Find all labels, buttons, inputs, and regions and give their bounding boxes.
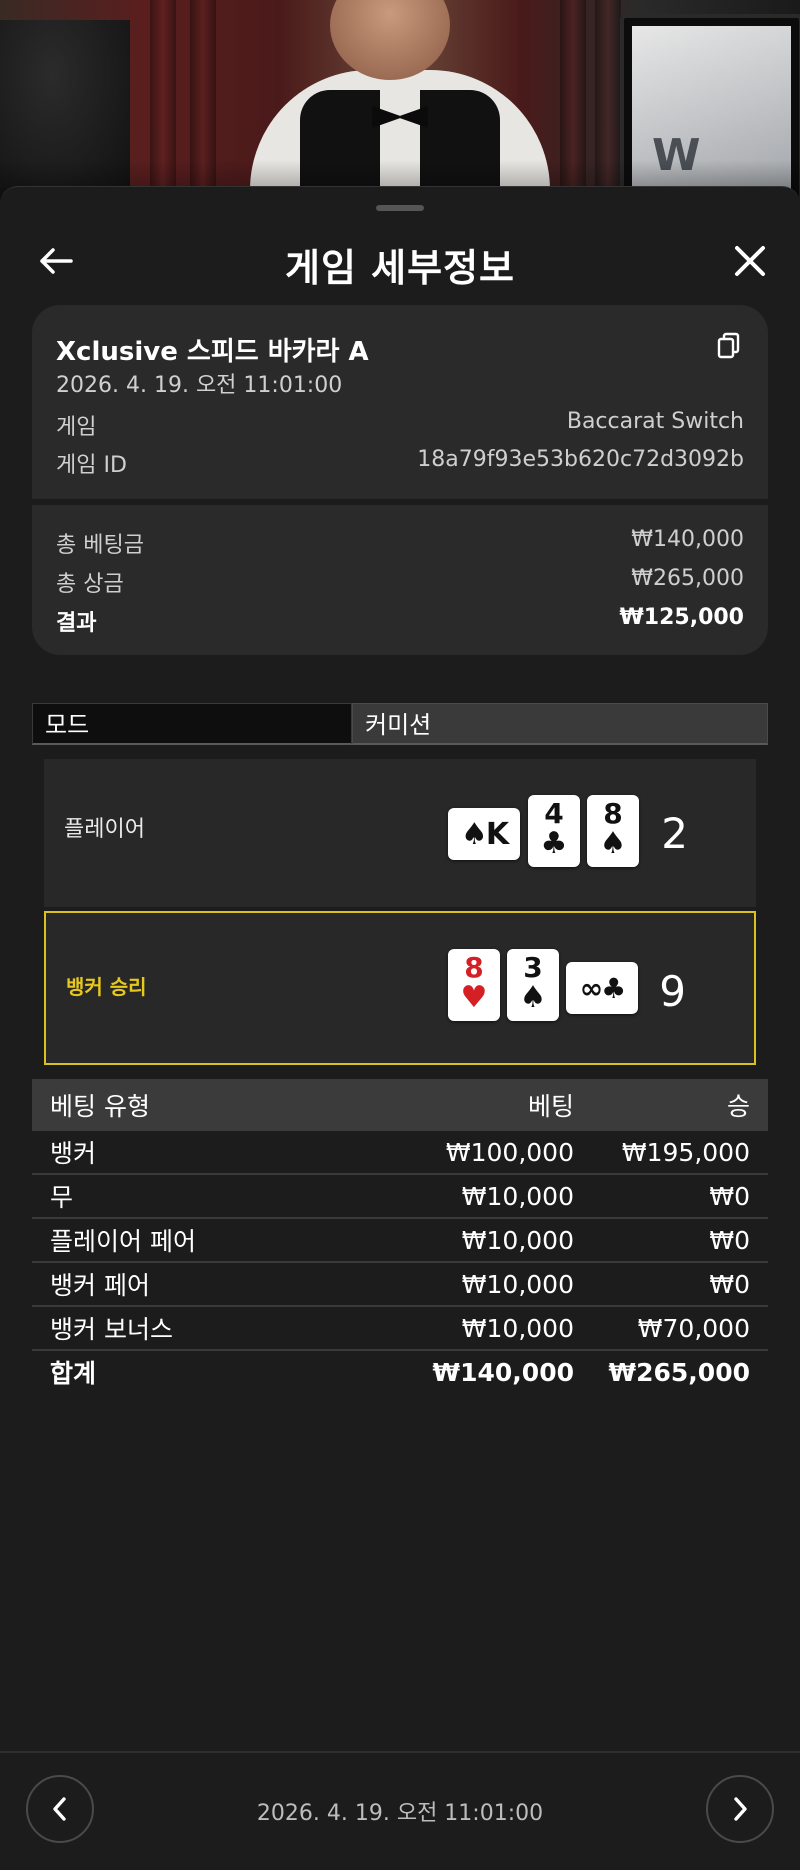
game-id-label: 게임 ID (56, 453, 127, 478)
playing-card: ∞ ♣ (566, 962, 638, 1014)
next-game-button[interactable] (706, 1775, 774, 1843)
win-amount-cell: ₩0 (582, 1262, 768, 1307)
tab-commission[interactable]: 커미션 (352, 703, 768, 745)
result-label: 결과 (56, 611, 97, 636)
table-row: 뱅커 보너스 ₩10,000 ₩70,000 (32, 1306, 768, 1351)
game-details-sheet: 게임 세부정보 Xclusive 스피드 바카라 A 2026. 4. 19. … (0, 186, 800, 1868)
bet-type-cell: 뱅커 (32, 1131, 366, 1175)
footer-navigation: 2026. 4. 19. 오전 11:01:00 (0, 1751, 800, 1870)
total-bet-value: ₩140,000 (631, 527, 744, 552)
playing-card: 4 ♣ (528, 795, 580, 867)
win-amount-cell: ₩0 (582, 1218, 768, 1263)
game-label: 게임 (56, 415, 97, 440)
bet-type-cell: 플레이어 페어 (32, 1218, 366, 1263)
bet-amount-cell: ₩10,000 (366, 1306, 582, 1351)
game-name: Xclusive 스피드 바카라 A (56, 337, 369, 367)
table-total-row: 합계 ₩140,000 ₩265,000 (32, 1350, 768, 1393)
sheet-grabber[interactable] (376, 205, 424, 211)
player-score: 2 (661, 809, 688, 858)
banker-hand: 뱅커 승리 8 ♥ 3 ♠ ∞ ♣ 9 (44, 911, 756, 1065)
chevron-right-icon (734, 1797, 747, 1821)
column-header-win: 승 (582, 1079, 768, 1131)
live-video-background: W (0, 0, 800, 200)
total-bet-label: 총 베팅금 (56, 533, 144, 558)
bet-amount-cell: ₩10,000 (366, 1218, 582, 1263)
total-win-row: 총 상금 ₩265,000 (56, 566, 744, 598)
close-button[interactable] (724, 235, 776, 287)
playing-card: 8 ♥ (448, 949, 500, 1021)
win-amount-cell: ₩195,000 (582, 1131, 768, 1175)
bet-type-cell: 뱅커 페어 (32, 1262, 366, 1307)
close-icon (735, 246, 765, 276)
result-value: ₩125,000 (619, 605, 744, 630)
tab-mode[interactable]: 모드 (32, 703, 352, 745)
playing-card: 8 ♠ (587, 795, 639, 867)
player-hand: 플레이어 ♠ K 4 ♣ 8 ♠ 2 (44, 759, 756, 907)
game-value: Baccarat Switch (566, 409, 744, 434)
table-row: 뱅커 페어 ₩10,000 ₩0 (32, 1262, 768, 1307)
bets-header-row: 베팅 유형 베팅 승 (32, 1079, 768, 1131)
player-hand-label: 플레이어 (64, 817, 145, 842)
total-win-value: ₩265,000 (631, 566, 744, 591)
total-win-label: 총 상금 (56, 572, 124, 597)
bet-amount-cell: ₩10,000 (366, 1174, 582, 1219)
header-bar: 게임 세부정보 (0, 223, 800, 299)
copy-button[interactable] (714, 331, 744, 361)
page-title: 게임 세부정보 (285, 246, 515, 290)
bet-amount-cell: ₩100,000 (366, 1131, 582, 1175)
copy-icon (717, 332, 740, 359)
bet-type-cell: 무 (32, 1174, 366, 1219)
mode-tabs: 모드 커미션 (32, 703, 768, 747)
bet-amount-cell: ₩10,000 (366, 1262, 582, 1307)
bets-table: 베팅 유형 베팅 승 뱅커 ₩100,000 ₩195,000 무 ₩10,00… (32, 1079, 768, 1393)
table-row: 뱅커 ₩100,000 ₩195,000 (32, 1131, 768, 1175)
game-row: 게임 Baccarat Switch (56, 409, 744, 441)
banker-hand-label: 뱅커 승리 (66, 975, 147, 999)
footer-date: 2026. 4. 19. 오전 11:01:00 (256, 1801, 544, 1826)
win-amount-cell: ₩70,000 (582, 1306, 768, 1351)
result-row: 결과 ₩125,000 (56, 605, 744, 637)
game-id-value: 18a79f93e53b620c72d3092b (417, 447, 744, 472)
table-row: 무 ₩10,000 ₩0 (32, 1174, 768, 1219)
table-row: 플레이어 페어 ₩10,000 ₩0 (32, 1218, 768, 1263)
column-header-bet-type: 베팅 유형 (32, 1079, 366, 1131)
total-win-cell: ₩265,000 (608, 1357, 750, 1387)
playing-card: 3 ♠ (507, 949, 559, 1021)
total-label-cell: 합계 (50, 1359, 97, 1388)
win-amount-cell: ₩0 (582, 1174, 768, 1219)
game-date: 2026. 4. 19. 오전 11:01:00 (56, 373, 343, 398)
game-summary-card: Xclusive 스피드 바카라 A 2026. 4. 19. 오전 11:01… (32, 305, 768, 655)
playing-card: ♠ K (448, 808, 520, 860)
total-bet-row: 총 베팅금 ₩140,000 (56, 527, 744, 559)
total-bet-cell: ₩140,000 (432, 1357, 574, 1387)
banker-score: 9 (659, 967, 686, 1016)
column-header-bet: 베팅 (366, 1079, 582, 1131)
game-id-row: 게임 ID 18a79f93e53b620c72d3092b (56, 447, 744, 479)
bet-type-cell: 뱅커 보너스 (32, 1306, 366, 1351)
